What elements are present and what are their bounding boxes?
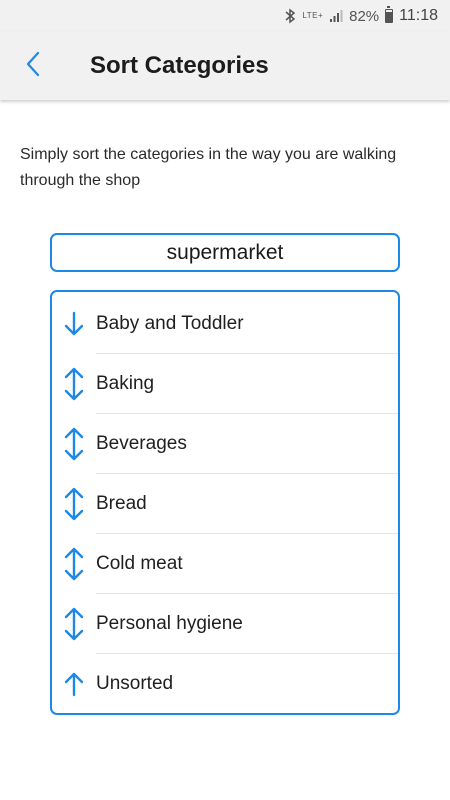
category-label: Unsorted: [96, 673, 174, 694]
signal-icon: [329, 9, 343, 23]
status-bar: LTE+ 82% 11:18: [0, 0, 450, 32]
category-row[interactable]: Baking: [52, 354, 398, 414]
category-row[interactable]: Bread: [52, 474, 398, 534]
category-row[interactable]: Beverages: [52, 414, 398, 474]
back-arrow-icon: [25, 51, 41, 82]
clock: 11:18: [399, 7, 438, 24]
network-type-label: LTE+: [302, 11, 324, 20]
category-row[interactable]: Unsorted: [52, 654, 398, 714]
category-label: Beverages: [96, 433, 187, 454]
arrow-up-icon[interactable]: [52, 654, 96, 714]
category-row[interactable]: Baby and Toddler: [52, 294, 398, 354]
arrow-up-down-icon[interactable]: [52, 474, 96, 534]
battery-percent: 82%: [349, 7, 380, 25]
arrow-up-down-icon[interactable]: [52, 354, 96, 414]
category-label: Cold meat: [96, 553, 183, 574]
category-label: Baking: [96, 373, 155, 394]
category-label: Bread: [96, 493, 147, 514]
category-list: Baby and Toddler Baking Beverages Bread …: [50, 290, 400, 715]
arrow-down-icon[interactable]: [52, 294, 96, 354]
category-label: Baby and Toddler: [96, 313, 244, 334]
category-row[interactable]: Personal hygiene: [52, 594, 398, 654]
bluetooth-icon: [284, 8, 296, 24]
page-title: Sort Categories: [90, 52, 269, 79]
arrow-up-down-icon[interactable]: [52, 534, 96, 594]
instructions-text: Simply sort the categories in the way yo…: [20, 146, 397, 189]
store-selector[interactable]: supermarket: [50, 233, 400, 272]
arrow-up-down-icon[interactable]: [52, 594, 96, 654]
category-label: Personal hygiene: [96, 613, 243, 634]
app-bar: Sort Categories: [0, 32, 450, 100]
battery-icon: [385, 6, 394, 23]
back-button[interactable]: [0, 32, 66, 100]
category-row[interactable]: Cold meat: [52, 534, 398, 594]
arrow-up-down-icon[interactable]: [52, 414, 96, 474]
